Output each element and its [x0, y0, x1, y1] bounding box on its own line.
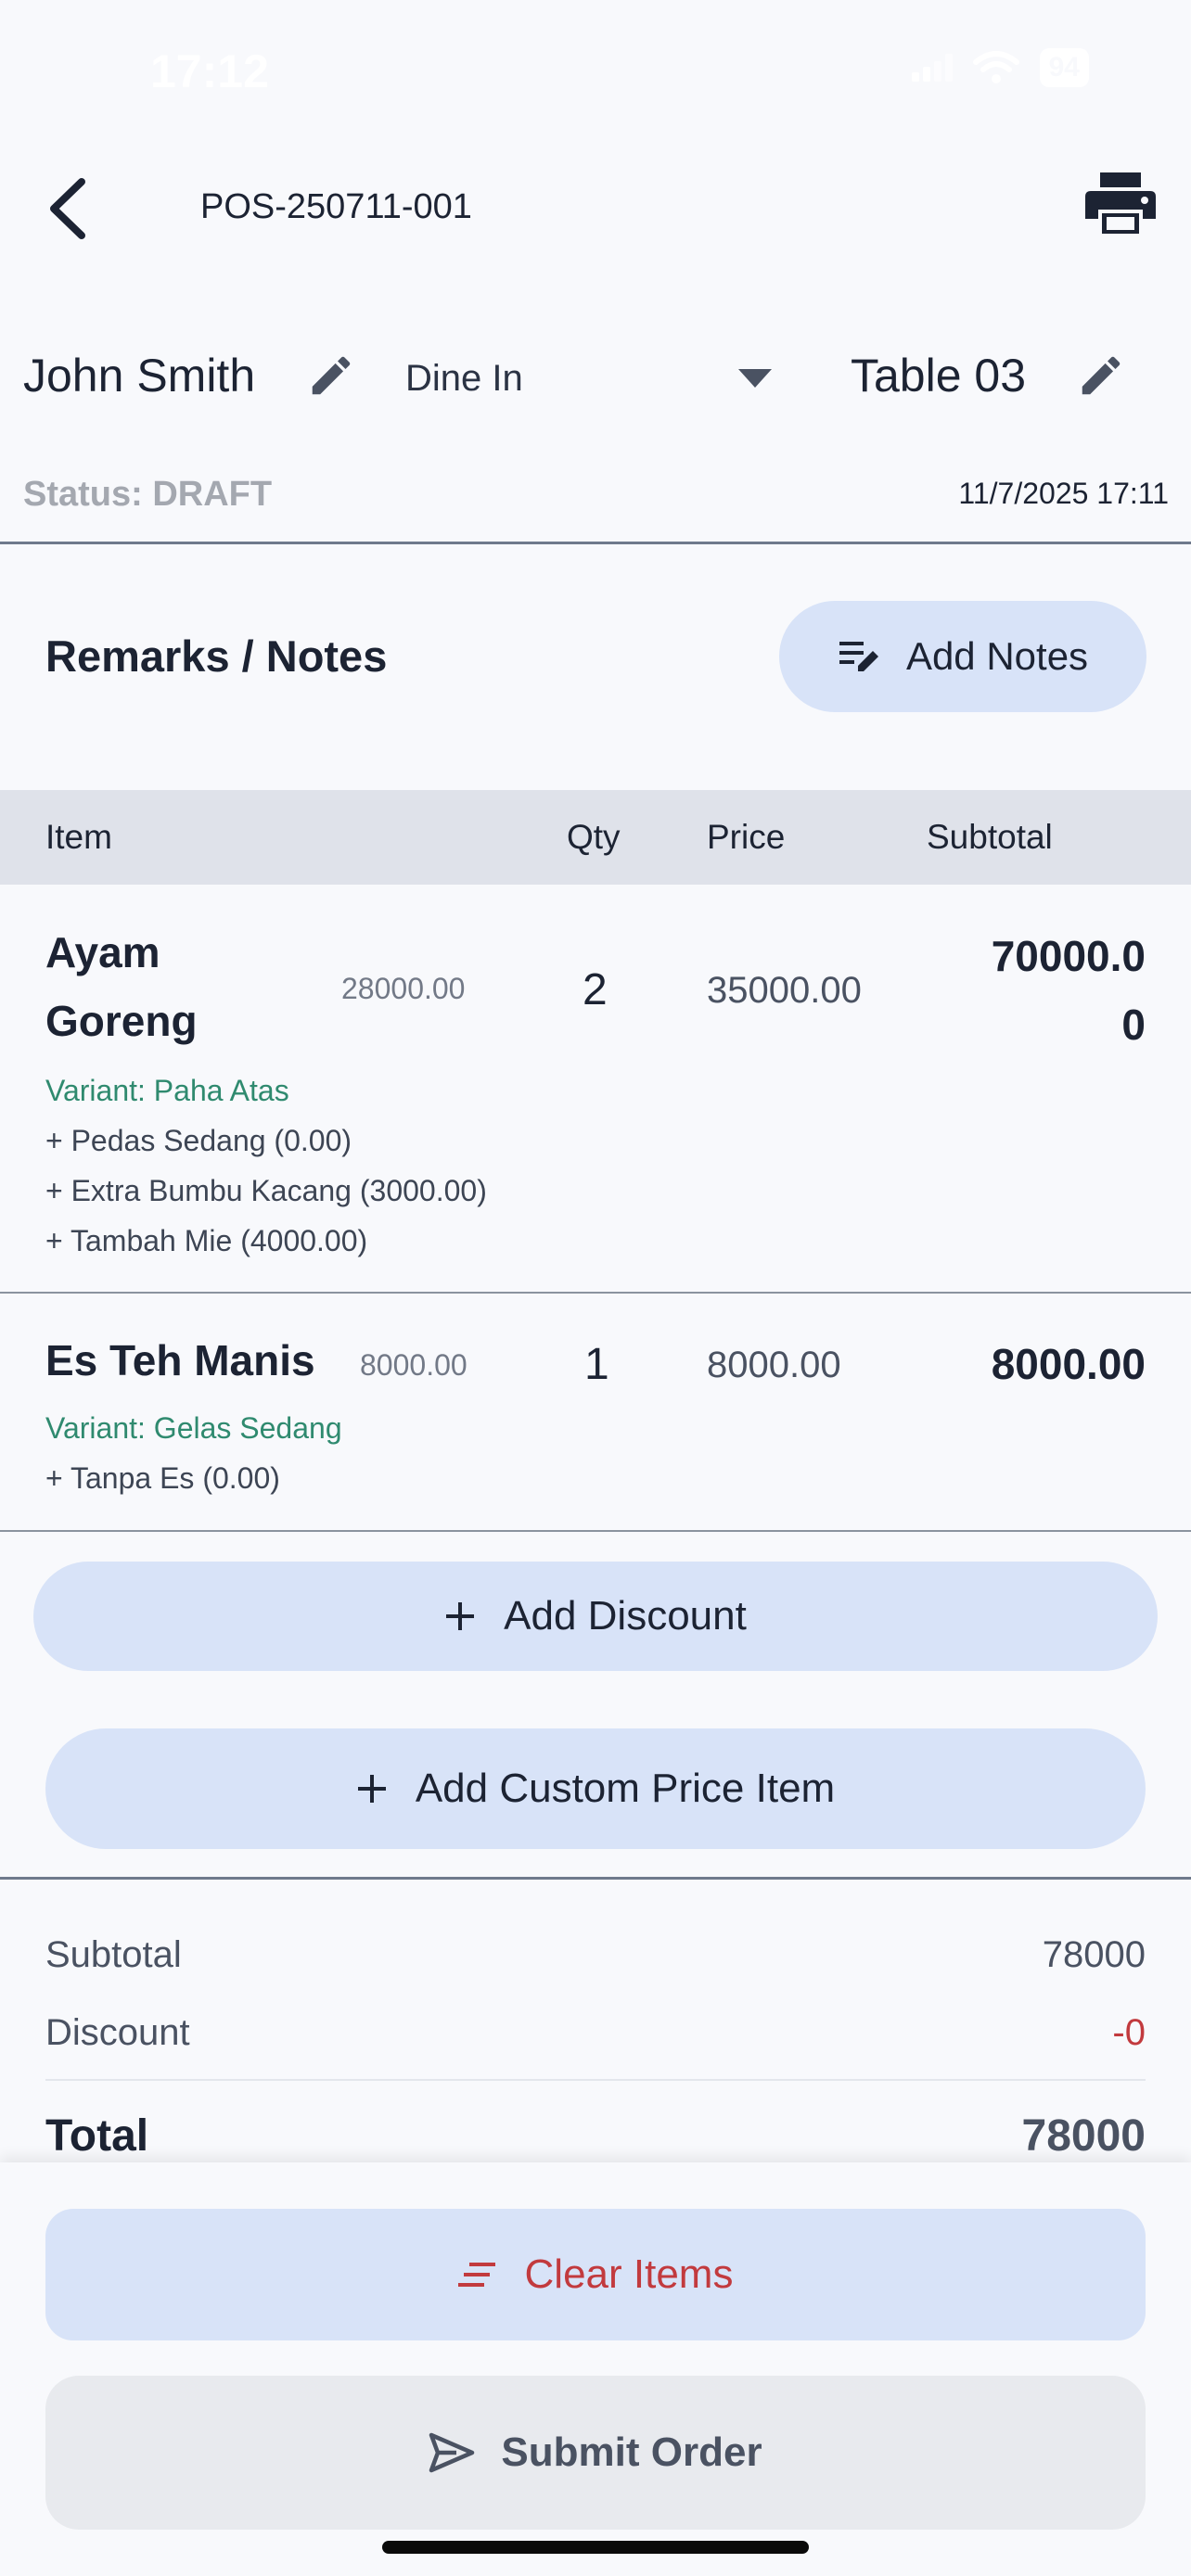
- battery-indicator: 94: [1039, 48, 1089, 87]
- header-qty: Qty: [567, 818, 621, 856]
- item-qty: 2: [583, 965, 608, 1014]
- wifi-icon: [972, 51, 1019, 83]
- discount-value: -0: [1112, 2012, 1146, 2053]
- send-icon: [429, 2432, 475, 2473]
- item-addon: + Tanpa Es (0.00): [45, 1461, 280, 1495]
- print-button[interactable]: [1083, 171, 1167, 254]
- table-name: Table 03: [851, 350, 1027, 402]
- header-item: Item: [45, 818, 112, 856]
- edit-table-button[interactable]: [1076, 351, 1126, 401]
- item-subtotal-cont: 0: [1121, 1001, 1146, 1049]
- item-name: Ayam: [45, 928, 160, 976]
- add-custom-item-button[interactable]: Add Custom Price Item: [45, 1728, 1146, 1849]
- plus-icon: [357, 1775, 386, 1803]
- signal-icon: [911, 54, 953, 82]
- status-time: 17:12: [150, 45, 269, 97]
- clear-items-label: Clear Items: [524, 2251, 734, 2297]
- header-price: Price: [707, 818, 786, 856]
- submit-order-button[interactable]: Submit Order: [45, 2376, 1146, 2530]
- status-icons: 94: [911, 48, 1089, 87]
- item-base-price: 8000.00: [360, 1348, 467, 1382]
- edit-customer-button[interactable]: [306, 351, 356, 401]
- order-status: Status: DRAFT: [23, 475, 273, 514]
- item-addon: + Tambah Mie (4000.00): [45, 1224, 368, 1257]
- add-notes-button[interactable]: Add Notes: [779, 601, 1146, 712]
- item-subtotal: 70000.0: [991, 932, 1146, 980]
- add-custom-item-label: Add Custom Price Item: [415, 1766, 836, 1811]
- item-addon: + Pedas Sedang (0.00): [45, 1124, 352, 1157]
- item-variant: Variant: Paha Atas: [45, 1074, 289, 1107]
- divider: [45, 2079, 1146, 2081]
- submit-order-label: Submit Order: [501, 2429, 762, 2475]
- item-addon: + Extra Bumbu Kacang (3000.00): [45, 1174, 487, 1207]
- chevron-left-icon: [50, 178, 85, 239]
- divider: [0, 1877, 1191, 1880]
- add-discount-button[interactable]: Add Discount: [33, 1562, 1158, 1671]
- item-variant: Variant: Gelas Sedang: [45, 1411, 342, 1445]
- divider: [0, 542, 1191, 544]
- pencil-icon: [312, 356, 351, 395]
- caret-down-icon[interactable]: [738, 369, 772, 388]
- order-datetime: 11/7/2025 17:11: [958, 477, 1169, 510]
- item-price: 8000.00: [707, 1345, 841, 1385]
- notes-edit-icon: [839, 642, 878, 671]
- total-label: Total: [45, 2111, 149, 2161]
- item-qty: 1: [584, 1340, 609, 1389]
- clear-all-icon: [457, 2263, 495, 2287]
- item-name-cont: Goreng: [45, 997, 198, 1045]
- order-type-select[interactable]: Dine In: [405, 358, 523, 400]
- plus-icon: [446, 1602, 475, 1630]
- back-button[interactable]: [46, 167, 111, 250]
- add-notes-label: Add Notes: [905, 634, 1089, 678]
- row-divider: [0, 1530, 1191, 1532]
- item-subtotal: 8000.00: [991, 1340, 1146, 1388]
- total-value: 78000: [1021, 2111, 1146, 2161]
- subtotal-value: 78000: [1042, 1934, 1146, 1975]
- row-divider: [0, 1292, 1191, 1294]
- home-indicator: [382, 2541, 809, 2554]
- header-subtotal: Subtotal: [927, 818, 1053, 856]
- customer-name: John Smith: [23, 350, 256, 402]
- subtotal-label: Subtotal: [45, 1934, 182, 1975]
- printer-icon: [1085, 172, 1156, 234]
- discount-label: Discount: [45, 2012, 190, 2053]
- order-id: POS-250711-001: [200, 187, 472, 226]
- notes-title: Remarks / Notes: [45, 631, 388, 681]
- clear-items-button[interactable]: Clear Items: [45, 2209, 1146, 2340]
- add-discount-label: Add Discount: [504, 1593, 747, 1639]
- item-name: Es Teh Manis: [45, 1336, 315, 1384]
- item-price: 35000.00: [707, 970, 862, 1011]
- item-base-price: 28000.00: [341, 972, 466, 1005]
- pencil-icon: [1082, 356, 1121, 395]
